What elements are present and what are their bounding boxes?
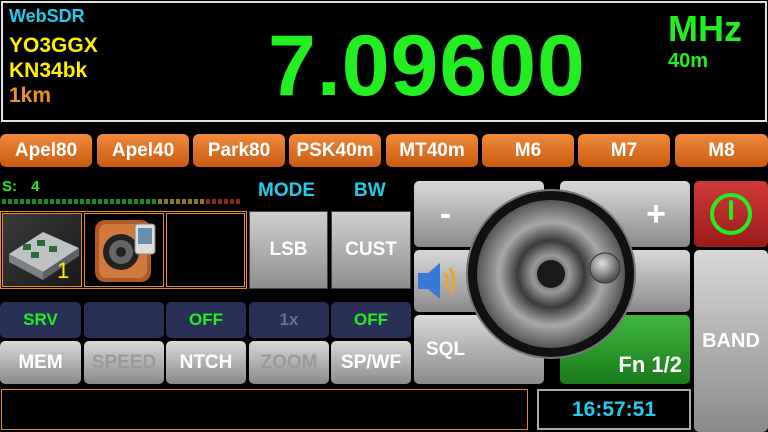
s-meter-segment [218,199,222,204]
memory-button-4[interactable]: PSK40m [289,134,381,167]
s-meter-segment [92,199,96,204]
bw-label: BW [354,180,386,201]
s-meter-segment [98,199,102,204]
server-thumbnail-1[interactable]: 1 [2,213,82,287]
s-meter-segment [152,199,156,204]
notch-button[interactable]: NTCH [166,341,246,384]
s-meter-segment [20,199,24,204]
s-meter-segment [170,199,174,204]
s-meter-segment [26,199,30,204]
speaker-icon [418,263,456,299]
memory-button-5[interactable]: MT40m [386,134,478,167]
frequency-display[interactable]: 7.09600 [268,16,586,116]
s-meter-segment [176,199,180,204]
s-meter-segment [158,199,162,204]
s-meter-segment [182,199,186,204]
zoom-button[interactable]: ZOOM [249,341,329,384]
s-meter-segment [80,199,84,204]
freq-unit: MHz [668,8,742,49]
s-meter-segment [236,199,240,204]
tuning-knob[interactable] [465,188,637,360]
s-meter-segment [38,199,42,204]
s-meter-value: 4 [31,178,40,195]
knob-dimple-icon [589,252,621,284]
mode-label: MODE [258,180,315,201]
s-meter-segment [140,199,144,204]
zoom-status: 1x [249,302,329,338]
s-meter-segment [44,199,48,204]
power-icon [710,193,752,235]
radio-board-icon [9,232,79,280]
distance: 1km [9,84,52,107]
active-server-index: 1 [57,258,70,283]
power-button[interactable] [694,181,768,247]
s-meter-segment [134,199,138,204]
mode-button[interactable]: LSB [249,211,328,289]
s-meter-segment [188,199,192,204]
s-meter-segment [224,199,228,204]
band-button[interactable]: BAND [694,250,768,432]
app-name: WebSDR [9,6,85,26]
s-meter-label: S: [2,178,17,195]
memory-button-6[interactable]: M6 [482,134,574,167]
mem-button[interactable]: MEM [0,341,81,384]
s-meter-segment [8,199,12,204]
server-thumbnail-2[interactable] [84,213,164,287]
bandwidth-button[interactable]: CUST [331,211,411,289]
s-meter-segment [116,199,120,204]
s-meter-segment [200,199,204,204]
s-meter-segment [128,199,132,204]
s-meter-segment [14,199,18,204]
message-bar [1,389,528,430]
sp-wf-button[interactable]: SP/WF [331,341,411,384]
s-meter-segment [68,199,72,204]
s-meter-segment [230,199,234,204]
s-meter-bar [2,199,240,204]
notch-status: OFF [166,302,246,338]
server-thumbnail-empty[interactable] [166,213,245,287]
s-meter-segment [50,199,54,204]
s-meter-segment [104,199,108,204]
s-meter-readout: S: 4 [2,178,40,195]
speed-button[interactable]: SPEED [84,341,164,384]
memory-button-8[interactable]: M8 [675,134,768,167]
srv-status: SRV [0,302,81,338]
spwf-status: OFF [331,302,411,338]
memory-button-3[interactable]: Park80 [193,134,285,167]
s-meter-segment [110,199,114,204]
s-meter-segment [206,199,210,204]
s-meter-segment [194,199,198,204]
s-meter-segment [2,199,6,204]
memory-button-7[interactable]: M7 [578,134,670,167]
clock: 16:57:51 [571,397,657,421]
s-meter-segment [62,199,66,204]
band-label: 40m [668,50,709,72]
locator: KN34bk [9,59,88,82]
s-meter-segment [146,199,150,204]
callsign: YO3GGX [9,34,98,57]
s-meter-segment [32,199,36,204]
s-meter-segment [86,199,90,204]
speed-status [84,302,164,338]
s-meter-segment [212,199,216,204]
memory-button-2[interactable]: Apel40 [97,134,189,167]
s-meter-segment [74,199,78,204]
s-meter-segment [164,199,168,204]
speaker-phone-icon [95,220,156,282]
memory-button-1[interactable]: Apel80 [0,134,92,167]
s-meter-segment [122,199,126,204]
s-meter-segment [56,199,60,204]
